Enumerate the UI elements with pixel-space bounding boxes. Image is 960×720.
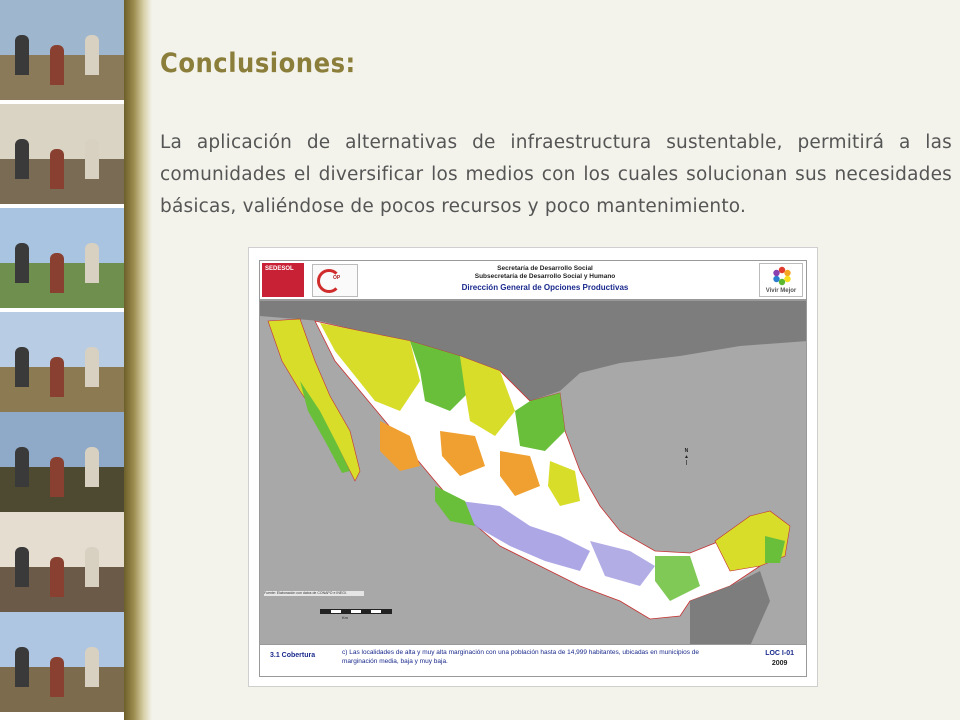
map-header-line3: Dirección General de Opciones Productiva…	[461, 283, 629, 292]
coverage-map-figure: SEDESOL OP Secretaría de Desarrollo Soci…	[248, 247, 818, 687]
slide-title: Conclusiones:	[160, 48, 356, 79]
map-source-note: Fuente: Elaboración con datos de CONAPO …	[264, 591, 364, 596]
mexico-coverage-map: Fuente: Elaboración con datos de CONAPO …	[259, 300, 807, 645]
map-note: c) Las localidades de alta y muy alta ma…	[342, 649, 700, 665]
photo-classroom-meeting	[0, 512, 124, 612]
map-code: LOC I-01 2009	[765, 649, 794, 669]
opciones-productivas-logo: OP	[312, 264, 358, 297]
photo-sunset-landscape	[0, 412, 124, 512]
photo-rural-house	[0, 208, 124, 308]
strip-edge-gradient	[124, 0, 152, 720]
map-year: 2009	[771, 660, 788, 667]
sedesol-logo: SEDESOL	[262, 263, 304, 297]
map-section-label: 3.1 Cobertura	[270, 652, 316, 659]
map-header-line1: Secretaría de Desarrollo Social	[497, 265, 593, 272]
slide-body-text: La aplicación de alternativas de infraes…	[160, 132, 952, 217]
map-footer: 3.1 Cobertura c) Las localidades de alta…	[259, 645, 807, 677]
scale-bar-label: Km	[342, 615, 348, 620]
flower-icon	[773, 266, 791, 286]
photo-strip	[0, 0, 152, 720]
photo-column	[0, 0, 124, 720]
photo-people-field	[0, 312, 124, 412]
vivir-mejor-logo: Vivir Mejor	[759, 263, 803, 297]
map-code-label: LOC I-01	[765, 650, 794, 657]
map-header: SEDESOL OP Secretaría de Desarrollo Soci…	[259, 260, 807, 300]
photo-hillside-construction	[0, 0, 124, 100]
photo-village-hill	[0, 612, 124, 712]
north-arrow-icon: N ▲ |	[684, 448, 689, 466]
map-scale-bar	[320, 609, 392, 614]
photo-group-meeting	[0, 104, 124, 204]
map-header-line2: Subsecretaría de Desarrollo Social y Hum…	[474, 273, 616, 280]
